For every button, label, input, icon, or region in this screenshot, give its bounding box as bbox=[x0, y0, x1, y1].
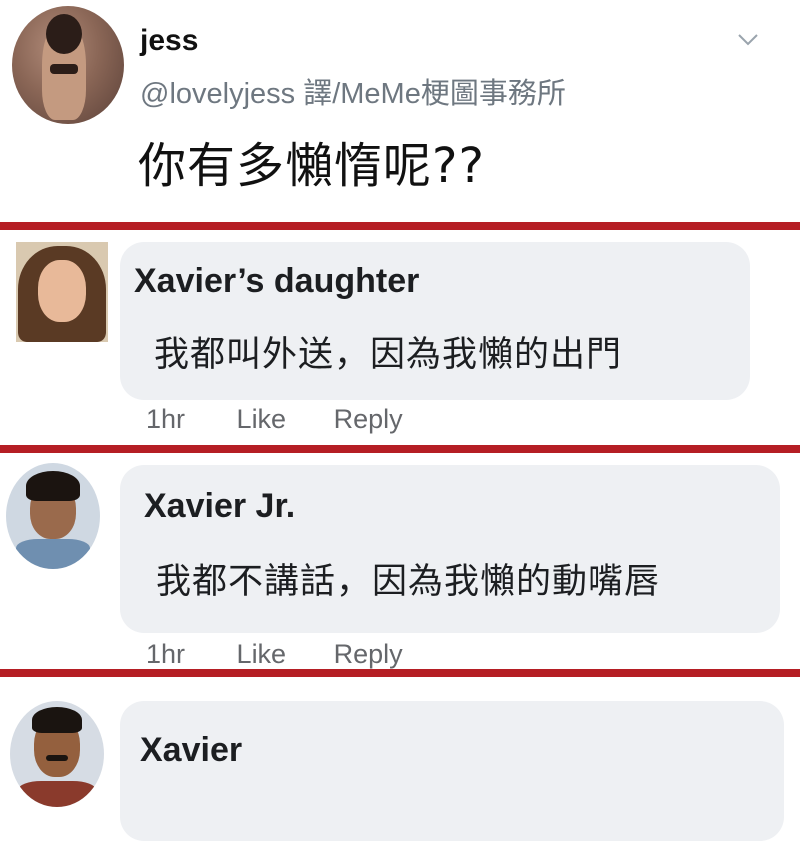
comment-author[interactable]: Xavier’s daughter bbox=[134, 262, 419, 301]
tweet-text: 你有多懶惰呢?? bbox=[138, 138, 485, 194]
user-handle: @lovelyjess 譯/MeMe梗圖事務所 bbox=[140, 78, 566, 110]
comment-time: 1hr bbox=[146, 639, 186, 669]
divider bbox=[0, 445, 800, 453]
comment-item: Xavier Jr. 我都不講話，因為我懶的動嘴唇 1hr Like Reply bbox=[0, 453, 800, 669]
comment-author[interactable]: Xavier bbox=[140, 731, 242, 770]
tweet-card: jess @lovelyjess 譯/MeMe梗圖事務所 你有多懶惰呢?? bbox=[0, 0, 800, 222]
avatar[interactable] bbox=[10, 701, 104, 807]
avatar-shirt bbox=[18, 781, 96, 807]
comment-item: Xavier’s daughter 我都叫外送，因為我懶的出門 1hr Like… bbox=[0, 230, 800, 445]
avatar-hair bbox=[26, 471, 80, 501]
avatar[interactable] bbox=[16, 242, 108, 342]
chevron-down-icon[interactable] bbox=[736, 28, 760, 52]
reply-button[interactable]: Reply bbox=[334, 639, 403, 669]
user-name[interactable]: jess bbox=[140, 24, 198, 58]
divider bbox=[0, 669, 800, 677]
reply-button[interactable]: Reply bbox=[334, 404, 403, 434]
avatar-hair bbox=[32, 707, 82, 733]
comment-text: 我都叫外送，因為我懶的出門 bbox=[154, 335, 623, 375]
avatar-face bbox=[38, 260, 86, 322]
comment-text: 我都不講話，因為我懶的動嘴唇 bbox=[156, 562, 661, 602]
comment-actions: 1hr Like Reply bbox=[146, 404, 443, 435]
comment-time: 1hr bbox=[146, 404, 186, 434]
avatar-mustache bbox=[46, 755, 68, 761]
comment-bubble: Xavier Jr. 我都不講話，因為我懶的動嘴唇 bbox=[120, 465, 780, 633]
comment-item: Xavier bbox=[0, 677, 800, 841]
divider bbox=[0, 222, 800, 230]
avatar[interactable] bbox=[6, 463, 100, 569]
avatar-shirt bbox=[16, 539, 90, 569]
like-button[interactable]: Like bbox=[237, 404, 287, 434]
user-avatar[interactable] bbox=[12, 6, 124, 124]
like-button[interactable]: Like bbox=[237, 639, 287, 669]
avatar-figure bbox=[42, 14, 86, 120]
comment-bubble: Xavier’s daughter 我都叫外送，因為我懶的出門 bbox=[120, 242, 750, 400]
comment-actions: 1hr Like Reply bbox=[146, 639, 443, 670]
comment-author[interactable]: Xavier Jr. bbox=[144, 487, 295, 526]
comment-bubble: Xavier bbox=[120, 701, 784, 841]
